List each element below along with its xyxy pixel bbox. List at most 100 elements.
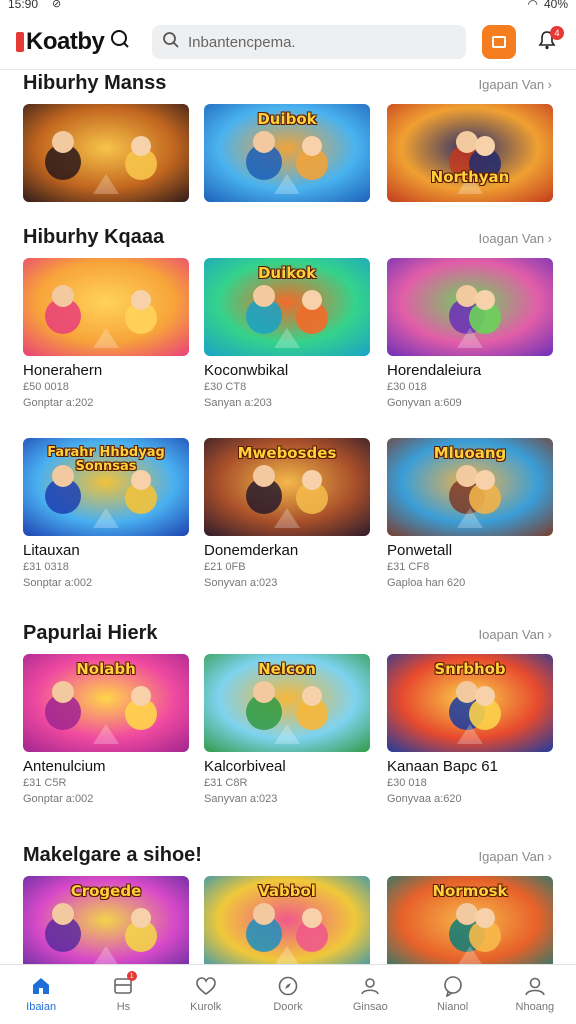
card-date: Gonptar a:002 [23, 793, 94, 805]
game-card[interactable] [23, 104, 189, 202]
see-all-link[interactable]: Igapan Van › [479, 77, 552, 92]
card-meta: £50 0018 [23, 381, 69, 393]
notification-button[interactable]: 4 [534, 26, 564, 56]
game-thumbnail[interactable] [387, 258, 553, 356]
card-date: Gaploa han 620 [387, 577, 466, 589]
card-meta: £21 0FB [204, 561, 246, 573]
game-thumbnail[interactable]: Mwebosdes [204, 438, 370, 536]
card-title[interactable]: Kanaan Bapc 61 [387, 758, 553, 775]
game-thumbnail[interactable]: Vabbol [204, 876, 370, 964]
see-all-link[interactable]: Igapan Van › [479, 849, 552, 864]
section-1: Hiburhy Kqaaa Ioagan Van › Honerahern £50 0… [0, 224, 576, 434]
thumbnail-title-text: Northyan [430, 168, 510, 186]
card-title[interactable]: Ponwetall [387, 542, 553, 559]
profile-icon [524, 975, 546, 997]
logo-text: Koatby [26, 28, 105, 55]
game-card[interactable]: Honerahern £50 0018 Gonptar a:202 [23, 258, 189, 409]
thumbnail-title-text: Farahr Hhbdyag Sonnsas [47, 445, 165, 474]
nav-item-profile[interactable]: Nhoang [494, 965, 576, 1024]
game-thumbnail[interactable]: Mluoang [387, 438, 553, 536]
compass-icon [277, 975, 299, 997]
card-title[interactable]: Honerahern [23, 362, 189, 379]
status-right: ◠ 40% [527, 0, 568, 11]
orange-action-button[interactable] [482, 25, 516, 59]
game-card[interactable]: Mluoang Ponwetall £31 CF8 Gaploa han 620 [387, 438, 553, 589]
person-icon [359, 975, 381, 997]
game-thumbnail[interactable]: Crogede [23, 876, 189, 964]
game-card[interactable]: Vabbol [204, 876, 370, 964]
status-bar: 15:90 ⊘ ◠ 40% [0, 0, 576, 14]
game-card[interactable]: Duibok [204, 104, 370, 202]
game-thumbnail[interactable]: Nolabh [23, 654, 189, 752]
game-thumbnail[interactable]: Duibok [204, 104, 370, 202]
section-3: Papurlai Hierk Ioapan Van › Nolabh Antenulc… [0, 620, 576, 830]
game-thumbnail[interactable] [23, 258, 189, 356]
nav-item-home[interactable]: Ibaian [0, 965, 82, 1024]
wifi-icon: ◠ [527, 0, 538, 11]
heart-icon [195, 975, 217, 997]
game-card[interactable]: Snrbhob Kanaan Bapc 61 £30 018 Gonyvaa a:62… [387, 654, 553, 805]
alarm-icon: ⊘ [52, 0, 62, 10]
game-thumbnail[interactable]: Farahr Hhbdyag Sonnsas [23, 438, 189, 536]
app-logo[interactable]: Koatby [16, 28, 130, 56]
status-time: 15:90 [8, 0, 39, 11]
game-card[interactable]: Northyan [387, 104, 553, 202]
card-meta: £30 CT8 [204, 381, 247, 393]
game-card[interactable]: Farahr Hhbdyag Sonnsas Litauxan £31 0318 So… [23, 438, 189, 589]
game-thumbnail[interactable]: Northyan [387, 104, 553, 202]
thumbnail-art [387, 258, 553, 356]
box-icon [492, 36, 506, 48]
game-card[interactable]: Mwebosdes Donemderkan £21 0FB Sonyvan a:023 [204, 438, 370, 589]
thumbnail-title-text: Duikok [257, 264, 317, 282]
nav-item-chat[interactable]: Nianol [411, 965, 493, 1024]
bottom-nav: Ibaian Hs 1 Kurolk Doork Ginsao Nianol Nhoang [0, 964, 576, 1024]
game-card[interactable]: Crogede [23, 876, 189, 964]
card-date: Sanyan a:203 [204, 397, 272, 409]
nav-item-compass[interactable]: Doork [247, 965, 329, 1024]
thumbnail-title-text: Nelcon [258, 660, 316, 678]
card-meta: £31 C5R [23, 777, 67, 789]
thumbnail-title-text: Mwebosdes [237, 444, 337, 462]
search-bar[interactable] [152, 25, 466, 59]
card-title[interactable]: Litauxan [23, 542, 189, 559]
card-date: Gonyvan a:609 [387, 397, 462, 409]
search-chat-icon[interactable] [110, 29, 130, 55]
nav-label: Nianol [436, 1001, 469, 1013]
game-thumbnail[interactable]: Duikok [204, 258, 370, 356]
chat-icon [442, 975, 464, 997]
game-card[interactable]: Horendaleiura £30 018 Gonyvan a:609 [387, 258, 553, 409]
nav-item-heart[interactable]: Kurolk [165, 965, 247, 1024]
game-card[interactable]: Nelcon Kalcorbiveal £31 C8R Sanyvan a:023 [204, 654, 370, 805]
card-meta: £30 018 [387, 777, 427, 789]
game-thumbnail[interactable] [23, 104, 189, 202]
card-title[interactable]: Antenulcium [23, 758, 189, 775]
game-card[interactable]: Normosk [387, 876, 553, 964]
card-title[interactable]: Donemderkan [204, 542, 370, 559]
search-icon [162, 31, 180, 54]
feed-content[interactable]: Hiburhy Manss Igapan Van › Duibok Northyan H… [0, 70, 576, 964]
card-title[interactable]: Koconwbikal [204, 362, 370, 379]
home-icon [30, 975, 52, 997]
section-4: Makelgare a sihoe! Igapan Van › Crogede Vab… [0, 840, 576, 964]
game-thumbnail[interactable]: Nelcon [204, 654, 370, 752]
section-title: Hiburhy Manss [23, 72, 167, 94]
game-thumbnail[interactable]: Snrbhob [387, 654, 553, 752]
see-all-link[interactable]: Ioapan Van › [479, 627, 552, 642]
thumbnail-title-text: Vabbol [258, 882, 316, 900]
card-date: Sonptar a:002 [23, 577, 93, 589]
app-screen: 15:90 ⊘ ◠ 40% Koatby 4 [0, 0, 576, 1024]
game-card[interactable]: Duikok Koconwbikal £30 CT8 Sanyan a:203 [204, 258, 370, 409]
nav-badge: 1 [126, 971, 137, 981]
nav-item-person[interactable]: Ginsao [329, 965, 411, 1024]
game-card[interactable]: Nolabh Antenulcium £31 C5R Gonptar a:002 [23, 654, 189, 805]
battery-text: 40% [543, 0, 568, 11]
nav-label: Nhoang [515, 1001, 555, 1013]
search-input[interactable] [188, 33, 448, 51]
card-title[interactable]: Kalcorbiveal [204, 758, 370, 775]
card-date: Gonyvaa a:620 [387, 793, 462, 805]
card-title[interactable]: Horendaleiura [387, 362, 553, 379]
card-date: Sanyvan a:023 [204, 793, 278, 805]
see-all-link[interactable]: Ioagan Van › [479, 231, 552, 246]
game-thumbnail[interactable]: Normosk [387, 876, 553, 964]
nav-item-inbox[interactable]: Hs 1 [82, 965, 164, 1024]
